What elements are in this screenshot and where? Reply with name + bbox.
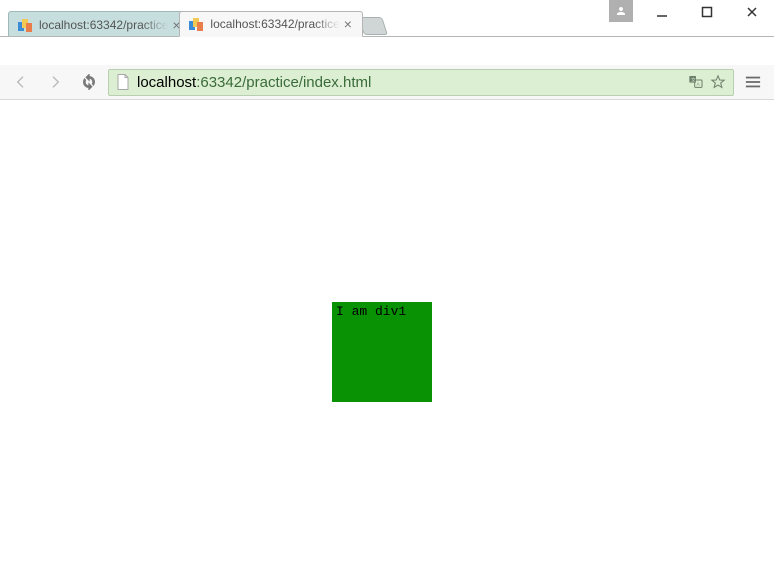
tab-close-button[interactable]: × <box>340 16 356 32</box>
url-host: localhost <box>137 74 196 91</box>
browser-tab[interactable]: localhost:63342/practice × <box>8 11 191 37</box>
tab-title: localhost:63342/practice <box>210 17 339 31</box>
svg-text:文: 文 <box>691 76 696 83</box>
favicon-icon <box>188 16 204 32</box>
tabstrip-divider <box>0 36 774 37</box>
url-port: :63342 <box>196 74 242 91</box>
browser-toolbar: localhost:63342/practice/index.html 文A <box>0 65 774 100</box>
address-bar[interactable]: localhost:63342/practice/index.html 文A <box>108 69 734 96</box>
tab-title: localhost:63342/practice <box>39 18 168 32</box>
browser-tabstrip: localhost:63342/practice × localhost:633… <box>0 8 774 37</box>
reload-button[interactable] <box>74 68 104 96</box>
svg-text:A: A <box>697 82 701 87</box>
page-viewport: I am div1 <box>0 100 774 588</box>
translate-icon[interactable]: 文A <box>685 71 707 93</box>
chrome-menu-button[interactable] <box>738 68 768 96</box>
favicon-icon <box>17 17 33 33</box>
url-text: localhost:63342/practice/index.html <box>137 74 685 91</box>
bookmark-star-icon[interactable] <box>707 71 729 93</box>
div1-text: I am div1 <box>336 304 406 319</box>
div1-box: I am div1 <box>332 302 432 402</box>
url-path: /practice/index.html <box>242 74 371 91</box>
browser-tab[interactable]: localhost:63342/practice × <box>179 11 362 37</box>
page-icon <box>115 74 131 90</box>
forward-button[interactable] <box>40 68 70 96</box>
back-button[interactable] <box>6 68 36 96</box>
